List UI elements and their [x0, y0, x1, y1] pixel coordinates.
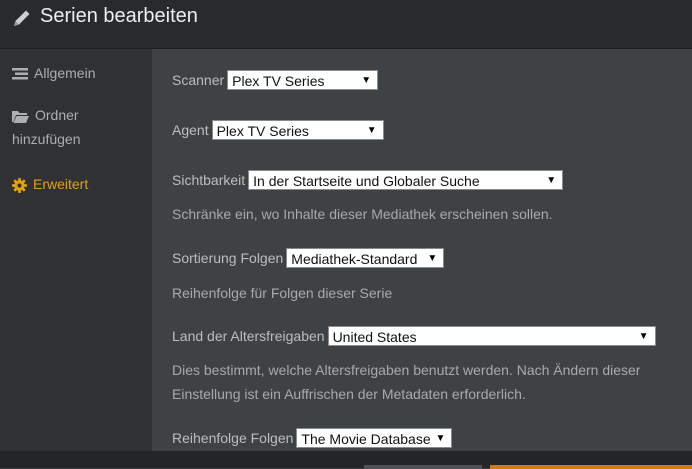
dialog-title: Serien bearbeiten	[40, 5, 198, 27]
dropdown-arrow-icon: ▼	[361, 75, 372, 86]
visibility-label: Sichtbarkeit	[172, 172, 246, 188]
scanner-select[interactable]: Plex TV Series ▼	[227, 70, 379, 90]
visibility-row: Sichtbarkeit In der Startseite und Globa…	[172, 170, 564, 190]
sidebar-item-erweitert[interactable]: Erweitert	[12, 172, 88, 196]
dialog-header: Serien bearbeiten	[0, 0, 692, 49]
settings-panel: Scanner Plex TV Series ▼ Agent Plex TV S…	[152, 49, 692, 451]
dropdown-arrow-icon: ▼	[427, 253, 438, 264]
sidebar-item-label-line2: hinzufügen	[12, 131, 81, 147]
scanner-row: Scanner Plex TV Series ▼	[172, 70, 379, 90]
pencil-icon	[14, 10, 30, 26]
rating-country-help-text: Dies bestimmt, welche Altersfreigaben be…	[172, 358, 640, 406]
episode-sort-label: Sortierung Folgen	[172, 250, 284, 266]
agent-label: Agent	[172, 122, 209, 138]
visibility-select[interactable]: In der Startseite und Globaler Suche ▼	[248, 170, 564, 190]
dropdown-arrow-icon: ▼	[435, 433, 446, 444]
episode-sort-row: Sortierung Folgen Mediathek-Standard ▼	[172, 248, 445, 268]
list-icon	[12, 68, 28, 80]
episode-order-label: Reihenfolge Folgen	[172, 430, 294, 446]
folder-icon	[12, 110, 29, 123]
rating-country-label: Land der Altersfreigaben	[172, 328, 325, 344]
rating-country-help-line1: Dies bestimmt, welche Altersfreigaben be…	[172, 362, 641, 378]
sidebar-item-ordner-hinzufuegen[interactable]: Ordner hinzufügen	[12, 103, 81, 151]
episode-order-select[interactable]: The Movie Database ▼	[296, 428, 453, 448]
gear-icon	[12, 177, 27, 193]
scanner-label: Scanner	[172, 72, 225, 88]
dropdown-arrow-icon: ▼	[638, 331, 649, 342]
agent-select[interactable]: Plex TV Series ▼	[211, 120, 384, 140]
agent-select-value: Plex TV Series	[216, 123, 309, 139]
rating-country-select[interactable]: United States ▼	[327, 326, 656, 346]
scanner-select-value: Plex TV Series	[232, 73, 325, 89]
episode-sort-select-value: Mediathek-Standard	[291, 251, 418, 267]
save-button[interactable]	[490, 465, 692, 469]
sidebar-item-allgemein[interactable]: Allgemein	[12, 61, 95, 85]
episode-order-select-value: The Movie Database	[301, 431, 431, 447]
sidebar-item-label: Erweitert	[33, 176, 89, 192]
episode-sort-help-text: Reihenfolge für Folgen dieser Serie	[172, 285, 393, 301]
sidebar-item-label: Ordner	[35, 107, 79, 123]
visibility-help-text: Schränke ein, wo Inhalte dieser Mediathe…	[172, 206, 553, 222]
agent-row: Agent Plex TV Series ▼	[172, 120, 384, 140]
rating-country-select-value: United States	[332, 329, 417, 345]
sidebar-item-label: Allgemein	[34, 65, 96, 81]
dropdown-arrow-icon: ▼	[546, 175, 557, 186]
dialog-footer	[0, 451, 692, 469]
episode-order-row: Reihenfolge Folgen The Movie Database ▼	[172, 428, 453, 448]
visibility-select-value: In der Startseite und Globaler Suche	[253, 173, 480, 189]
cancel-button[interactable]	[364, 465, 482, 469]
rating-country-row: Land der Altersfreigaben United States ▼	[172, 326, 656, 346]
episode-sort-select[interactable]: Mediathek-Standard ▼	[286, 248, 445, 268]
rating-country-help-line2: Einstellung ist ein Auffrischen der Meta…	[172, 386, 526, 402]
dropdown-arrow-icon: ▼	[366, 125, 377, 136]
sidebar: Allgemein Ordner hinzufügen Erweitert	[0, 49, 152, 451]
